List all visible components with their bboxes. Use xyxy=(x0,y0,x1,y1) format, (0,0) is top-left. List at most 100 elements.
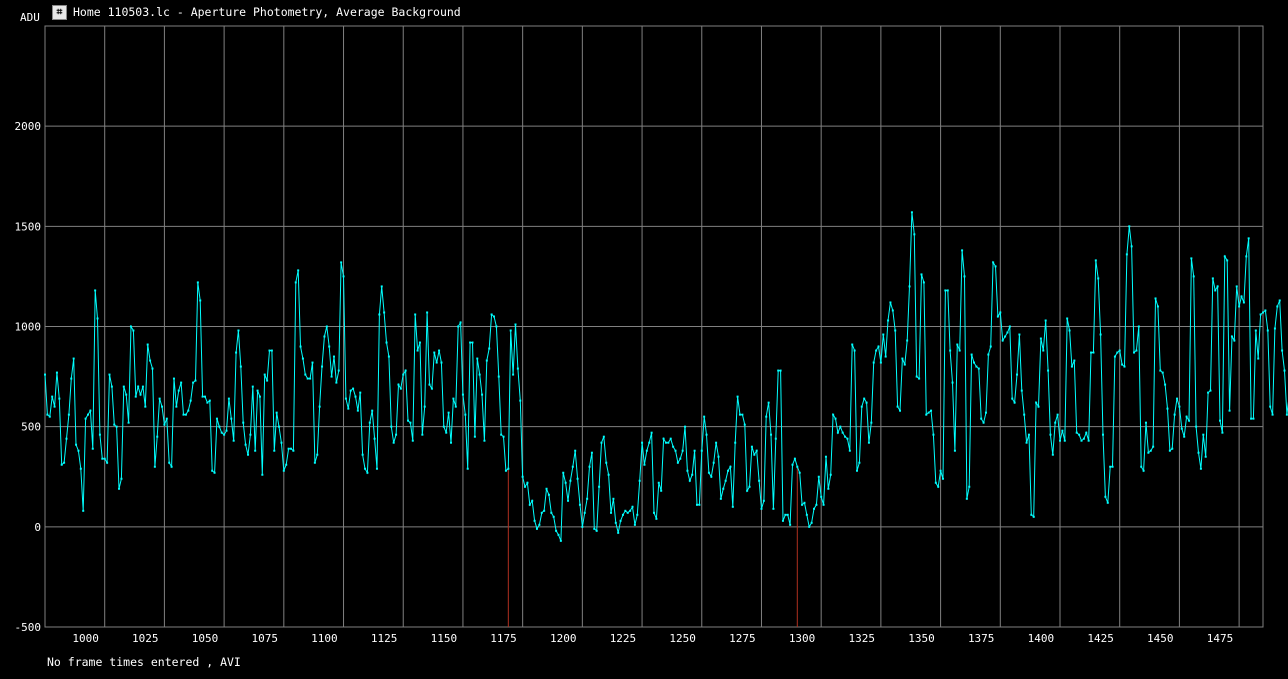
data-point xyxy=(989,345,992,348)
data-point xyxy=(208,399,211,402)
data-point xyxy=(1168,449,1171,452)
data-point xyxy=(540,511,543,514)
data-point xyxy=(698,503,701,506)
data-point xyxy=(239,365,242,368)
data-point xyxy=(824,455,827,458)
data-point xyxy=(564,481,567,484)
data-point xyxy=(844,435,847,438)
data-point xyxy=(593,527,596,530)
data-point xyxy=(504,469,507,472)
data-point xyxy=(793,457,796,460)
data-point xyxy=(53,405,56,408)
data-point xyxy=(552,515,555,518)
data-point xyxy=(129,325,132,328)
data-point xyxy=(686,469,689,472)
data-point xyxy=(44,373,46,376)
data-point xyxy=(177,389,180,392)
data-point xyxy=(1144,421,1147,424)
data-point xyxy=(67,413,70,416)
data-point xyxy=(875,349,878,352)
data-point xyxy=(1130,245,1133,248)
data-point xyxy=(347,407,350,410)
data-point xyxy=(870,421,873,424)
data-point xyxy=(1283,369,1286,372)
data-point xyxy=(1037,405,1040,408)
data-point xyxy=(925,413,928,416)
data-point xyxy=(669,437,672,440)
data-point xyxy=(762,499,765,502)
data-point xyxy=(810,521,813,524)
data-point xyxy=(1023,413,1026,416)
data-point xyxy=(433,351,436,354)
x-tick-label: 1125 xyxy=(371,632,398,645)
data-point xyxy=(476,357,479,360)
data-point xyxy=(266,379,269,382)
data-point xyxy=(137,385,140,388)
data-point xyxy=(294,281,297,284)
data-point xyxy=(1166,407,1169,410)
data-point xyxy=(968,485,971,488)
x-tick-label: 1400 xyxy=(1028,632,1055,645)
data-point xyxy=(418,341,421,344)
data-point xyxy=(791,463,794,466)
data-point xyxy=(301,357,304,360)
data-point xyxy=(1116,351,1119,354)
data-point xyxy=(1001,339,1004,342)
data-point xyxy=(526,481,529,484)
window-title: Home 110503.lc - Aperture Photometry, Av… xyxy=(73,5,461,19)
data-point xyxy=(414,313,417,316)
data-point xyxy=(557,533,560,536)
data-point xyxy=(1276,305,1279,308)
data-point xyxy=(1259,313,1262,316)
y-axis-label: ADU xyxy=(20,11,40,24)
data-point xyxy=(118,487,121,490)
y-tick-label: 2000 xyxy=(15,120,42,133)
data-point xyxy=(636,513,639,516)
data-point xyxy=(220,431,223,434)
data-point xyxy=(516,367,519,370)
data-point xyxy=(330,375,333,378)
y-tick-label: 1500 xyxy=(15,220,42,233)
data-point xyxy=(719,497,722,500)
data-point xyxy=(595,529,598,532)
data-point xyxy=(120,477,123,480)
data-point xyxy=(841,431,844,434)
data-point xyxy=(839,425,842,428)
data-point xyxy=(781,519,784,522)
lightcurve-app-icon[interactable]: ⌗ xyxy=(52,4,67,20)
x-tick-label: 1100 xyxy=(311,632,338,645)
data-point xyxy=(416,349,419,352)
data-point xyxy=(328,345,331,348)
data-point xyxy=(1209,389,1212,392)
data-point xyxy=(765,415,768,418)
data-point xyxy=(1025,441,1028,444)
data-point xyxy=(896,405,899,408)
data-point xyxy=(1013,401,1016,404)
data-point xyxy=(1257,357,1260,360)
data-point xyxy=(1250,417,1253,420)
data-point xyxy=(1235,285,1238,288)
data-point xyxy=(438,349,441,352)
data-point xyxy=(1085,431,1088,434)
data-point xyxy=(660,489,663,492)
data-point xyxy=(392,441,395,444)
data-point xyxy=(340,261,343,264)
data-point xyxy=(98,433,101,436)
data-point xyxy=(535,527,538,530)
data-point xyxy=(882,333,885,336)
data-point xyxy=(1006,331,1009,334)
data-point xyxy=(1054,421,1057,424)
data-point xyxy=(1104,495,1107,498)
data-point xyxy=(1254,329,1257,332)
data-point xyxy=(452,397,455,400)
data-point xyxy=(970,353,973,356)
data-point xyxy=(172,377,175,380)
data-point xyxy=(1207,391,1210,394)
data-point xyxy=(786,513,789,516)
data-point xyxy=(650,431,653,434)
data-point xyxy=(918,377,921,380)
data-point xyxy=(371,409,374,412)
data-point xyxy=(521,475,524,478)
data-point xyxy=(1047,369,1050,372)
data-point xyxy=(617,531,620,534)
